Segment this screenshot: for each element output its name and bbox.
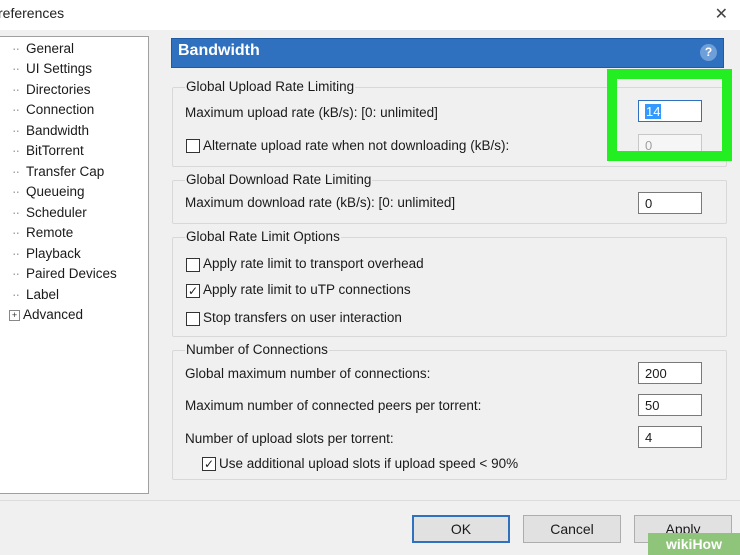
tree-item-label: Advanced [23,307,84,322]
window-title: references [0,5,65,21]
transport-overhead-checkbox[interactable] [186,258,200,272]
stop-transfers-label: Stop transfers on user interaction [203,310,402,325]
tree-item-label: Label [26,287,60,302]
tree-item-transfer-cap[interactable]: ·· Transfer Cap [12,162,104,182]
utp-checkbox[interactable]: ✓ [186,284,200,298]
tree-item-playback[interactable]: ·· Playback [12,244,81,264]
connections-group: Number of Connections Global maximum num… [172,342,727,480]
tree-item-advanced[interactable]: + Advanced [9,305,83,325]
tree-item-label: Remote [26,225,74,240]
title-bar: references ✕ [0,0,740,30]
max-upload-value: 14 [645,104,662,119]
page-title: Bandwidth [178,42,260,59]
transport-overhead-label: Apply rate limit to transport overhead [203,256,424,271]
tree-item-label: Scheduler [26,205,87,220]
tree-item-general[interactable]: ·· General [12,39,74,59]
max-download-input[interactable]: 0 [638,192,702,214]
additional-slots-label: Use additional upload slots if upload sp… [219,456,519,471]
download-limit-group: Global Download Rate Limiting Maximum do… [172,172,727,224]
tree-item-connection[interactable]: ·· Connection [12,100,94,120]
group-title: Global Upload Rate Limiting [185,79,356,94]
tree-item-label: UI Settings [26,61,93,76]
upload-limit-group: Global Upload Rate Limiting Maximum uplo… [172,79,727,167]
max-upload-label: Maximum upload rate (kB/s): [0: unlimite… [185,105,438,120]
tree-item-label: Bandwidth [26,123,90,138]
tree-item-queueing[interactable]: ·· Queueing [12,182,85,202]
tree-item-label: General [26,41,75,56]
tree-item-scheduler[interactable]: ·· Scheduler [12,203,87,223]
peers-label: Maximum number of connected peers per to… [185,398,482,413]
additional-slots-checkbox[interactable]: ✓ [202,457,216,471]
tree-item-label: Queueing [26,184,85,199]
tree-item-label: Transfer Cap [26,164,105,179]
divider [0,500,740,501]
expand-plus-icon[interactable]: + [9,309,20,321]
global-connections-label: Global maximum number of connections: [185,366,431,381]
ok-button[interactable]: OK [412,515,510,543]
tree-item-label: Connection [26,102,95,117]
close-icon[interactable]: ✕ [715,4,728,24]
cancel-button[interactable]: Cancel [523,515,621,543]
upload-slots-label: Number of upload slots per torrent: [185,431,394,446]
alt-upload-input[interactable]: 0 [638,134,702,156]
panel-header: Bandwidth ? [171,38,724,68]
tree-item-ui-settings[interactable]: ·· UI Settings [12,59,92,79]
tree-item-label: BitTorrent [26,143,84,158]
tree-item-remote[interactable]: ·· Remote [12,223,73,243]
tree-item-label: Directories [26,82,91,97]
tree-item-label-category[interactable]: ·· Label [12,285,59,305]
peers-input[interactable]: 50 [638,394,702,416]
upload-slots-input[interactable]: 4 [638,426,702,448]
tree-item-directories[interactable]: ·· Directories [12,80,91,100]
category-tree: ·· General ·· UI Settings ·· Directories ··… [0,36,149,494]
tree-item-label: Paired Devices [26,266,117,281]
group-title: Number of Connections [185,342,329,357]
utp-label: Apply rate limit to uTP connections [203,282,411,297]
tree-item-paired-devices[interactable]: ·· Paired Devices [12,264,117,284]
alt-upload-checkbox[interactable] [186,139,200,153]
global-connections-input[interactable]: 200 [638,362,702,384]
alt-upload-label: Alternate upload rate when not downloadi… [203,138,510,153]
max-upload-input[interactable]: 14 [638,100,702,122]
watermark-logo: wikiHow [648,533,740,555]
question-mark-icon[interactable]: ? [700,44,717,61]
tree-item-label: Playback [26,246,81,261]
group-title: Global Download Rate Limiting [185,172,373,187]
stop-transfers-checkbox[interactable] [186,312,200,326]
rate-limit-options-group: Global Rate Limit Options Apply rate lim… [172,229,727,337]
tree-item-bandwidth[interactable]: ·· Bandwidth [12,121,89,141]
max-download-label: Maximum download rate (kB/s): [0: unlimi… [185,195,456,210]
group-title: Global Rate Limit Options [185,229,341,244]
tree-item-bittorrent[interactable]: ·· BitTorrent [12,141,84,161]
